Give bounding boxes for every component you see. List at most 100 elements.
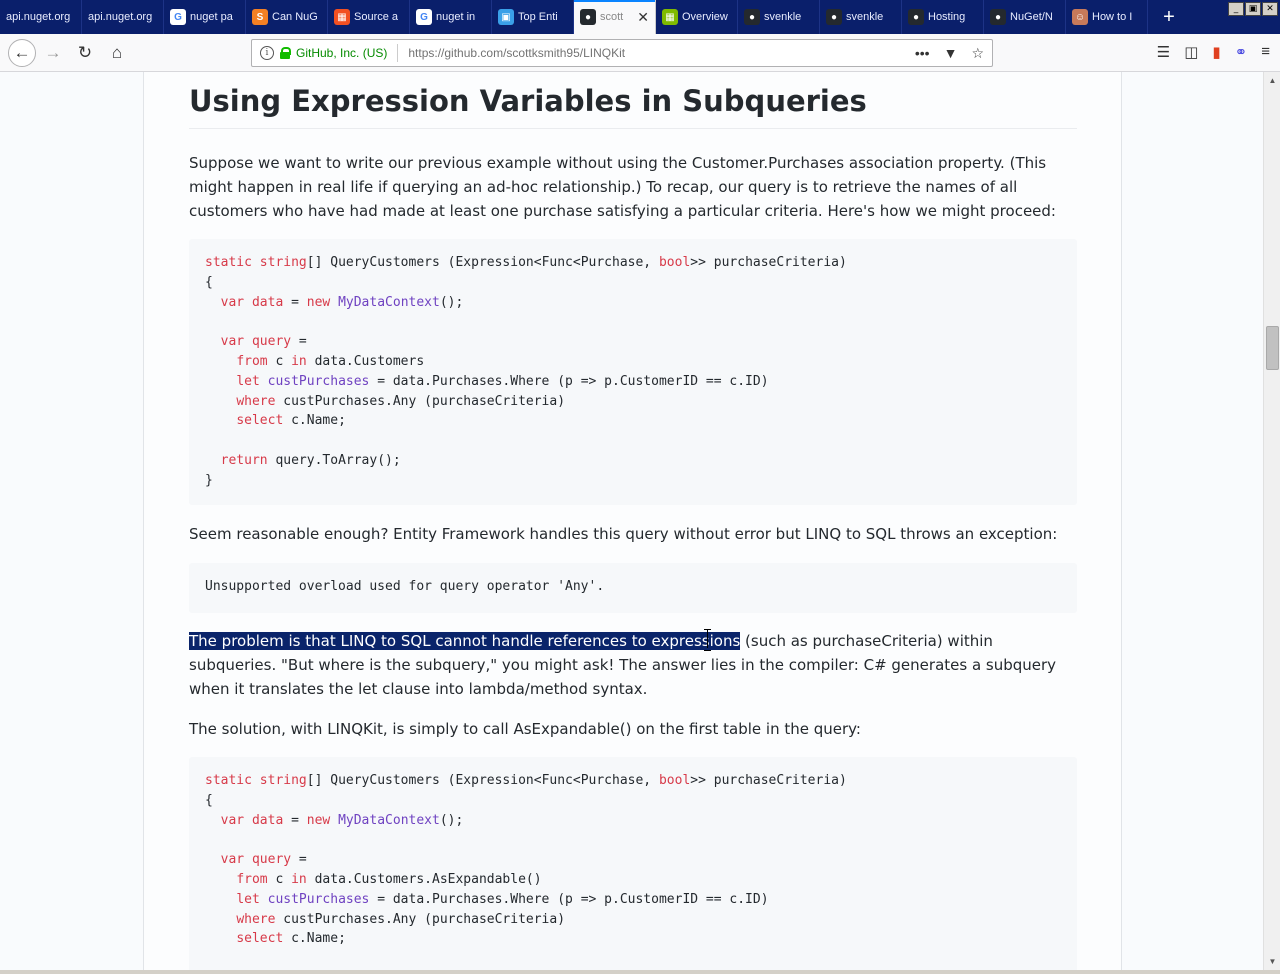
code-token: (); (439, 294, 464, 310)
code-token: = (291, 852, 307, 868)
url-actions: ••• ▼ ☆ (915, 45, 984, 62)
paragraph-solution: The solution, with LINQKit, is simply to… (189, 720, 861, 738)
code-line: select c.Name; (205, 411, 1061, 431)
page-gutter (0, 72, 143, 970)
close-window-button[interactable]: ✕ (1262, 2, 1278, 16)
menu-icon[interactable]: ≡ (1261, 43, 1270, 61)
library-icon[interactable]: ☰ (1157, 43, 1170, 61)
tab-label: nuget in (436, 11, 476, 23)
code-token: bool (658, 773, 691, 788)
tab-11[interactable]: ● Hosting (902, 0, 984, 34)
tab-9[interactable]: ● svenkle (738, 0, 820, 34)
back-button[interactable]: ← (8, 39, 36, 67)
home-button[interactable]: ⌂ (104, 40, 130, 66)
close-tab-icon[interactable]: ✕ (637, 9, 649, 26)
paragraph-intro: Suppose we want to write our previous ex… (189, 154, 1056, 220)
code-line: var query = (205, 850, 1061, 870)
code-token: static (205, 773, 252, 788)
tab-label: api.nuget.org (6, 11, 71, 23)
code-line: select c.Name; (205, 929, 1061, 949)
vertical-scrollbar[interactable]: ▲ ▼ (1263, 72, 1280, 970)
url-bar[interactable]: i GitHub, Inc. (US) https://github.com/s… (251, 39, 993, 67)
lock-icon (280, 47, 291, 59)
tab-label: Top Enti (518, 11, 558, 23)
tab-10[interactable]: ● svenkle (820, 0, 902, 34)
url-text[interactable]: https://github.com/scottksmith95/LINQKit (408, 46, 915, 60)
selected-text[interactable]: The problem is that LINQ to SQL cannot h… (189, 632, 741, 650)
google-icon: G (416, 9, 432, 25)
addon-icon[interactable]: ⚭ (1235, 43, 1248, 61)
tab-12[interactable]: ● NuGet/N (984, 0, 1066, 34)
info-icon[interactable]: i (260, 46, 274, 60)
new-tab-button[interactable]: + (1152, 0, 1186, 34)
code-line: static string[] QueryCustomers (Expressi… (205, 253, 1061, 273)
code-token: } (205, 472, 213, 488)
code-token: select (236, 931, 284, 947)
tab-13[interactable]: ☺ How to I (1066, 0, 1148, 34)
code-token: custPurchases (267, 373, 370, 389)
scrollbar-thumb[interactable] (1266, 326, 1279, 370)
code-line: var query = (205, 332, 1061, 352)
code-line: Unsupported overload used for query oper… (205, 577, 1061, 597)
reload-button[interactable]: ↻ (72, 40, 98, 66)
tab-1[interactable]: api.nuget.org (82, 0, 164, 34)
code-token: in (291, 353, 307, 369)
code-token: var (220, 294, 245, 310)
navigation-toolbar: ← → ↻ ⌂ i GitHub, Inc. (US) https://gith… (0, 34, 1280, 72)
avatar-icon: ☺ (1072, 9, 1088, 25)
code-line: from c in data.Customers.AsExpandable() (205, 870, 1061, 890)
tab-7[interactable]: ● scott ✕ (574, 0, 656, 34)
tab-label: svenkle (764, 11, 802, 23)
tab-8[interactable]: ▦ Overview (656, 0, 738, 34)
page-actions-icon[interactable]: ••• (915, 45, 930, 62)
tab-5[interactable]: Gnuget in (410, 0, 492, 34)
forward-button[interactable]: → (40, 40, 66, 66)
tab-0[interactable]: api.nuget.org (0, 0, 82, 34)
scroll-down-arrow-icon[interactable]: ▼ (1264, 953, 1280, 970)
tab-4[interactable]: ▦ Source a (328, 0, 410, 34)
scroll-up-arrow-icon[interactable]: ▲ (1264, 72, 1280, 89)
code-token: bool (658, 255, 691, 270)
window-bottom-edge (0, 970, 1280, 974)
tab-label: NuGet/N (1010, 11, 1053, 23)
maximize-button[interactable]: ▣ (1245, 2, 1261, 16)
code-token: >> purchaseCriteria) (690, 255, 847, 270)
code-token: { (205, 792, 213, 808)
extension-icon[interactable]: ▮ (1212, 43, 1220, 61)
site-identity[interactable]: GitHub, Inc. (US) (296, 46, 387, 60)
tab-6[interactable]: ▣ Top Enti (492, 0, 574, 34)
code-token: Unsupported overload used for query oper… (205, 579, 605, 594)
tab-3[interactable]: S Can NuG (246, 0, 328, 34)
code-line: } (205, 471, 1061, 491)
minimize-button[interactable]: _ (1228, 2, 1244, 16)
pocket-icon[interactable]: ▼ (944, 45, 958, 62)
tab-2[interactable]: Gnuget pa (164, 0, 246, 34)
code-token: let (236, 373, 260, 389)
bookmark-star-icon[interactable]: ☆ (971, 45, 984, 62)
code-line: from c in data.Customers (205, 352, 1061, 372)
code-token: return (220, 452, 268, 468)
code-token: c.Name; (283, 413, 346, 429)
code-token: { (205, 274, 213, 290)
github-icon: ● (826, 9, 842, 25)
code-token: MyDataContext (338, 294, 440, 310)
code-token: where (236, 393, 276, 409)
sidebar-icon[interactable]: ◫ (1184, 43, 1198, 61)
code-token: static (205, 255, 252, 270)
code-line: where custPurchases.Any (purchaseCriteri… (205, 392, 1061, 412)
code-line: var data = new MyDataContext(); (205, 293, 1061, 313)
readme-container: Using Expression Variables in Subqueries… (143, 72, 1122, 970)
code-token: (); (439, 812, 464, 828)
code-token: custPurchases.Any (purchaseCriteria) (275, 393, 566, 409)
code-token: >> purchaseCriteria) (690, 773, 847, 788)
